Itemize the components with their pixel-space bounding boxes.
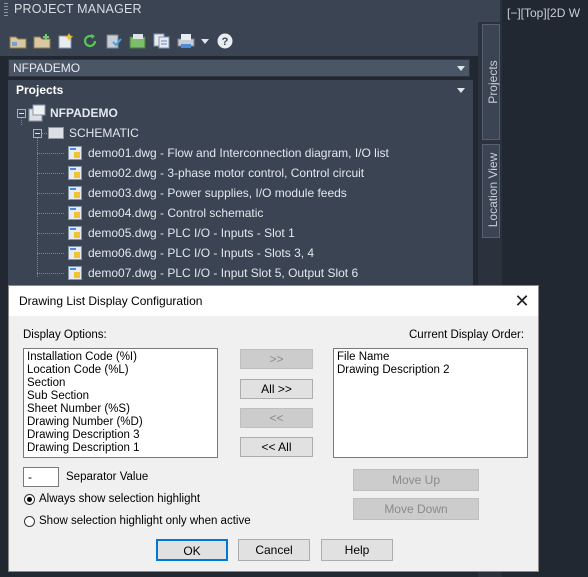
palette-titlebar[interactable]: PROJECT MANAGER bbox=[0, 0, 500, 20]
tree-connector bbox=[37, 253, 64, 254]
projects-section-label: Projects bbox=[16, 83, 64, 97]
tree-drawing-item[interactable]: demo01.dwg - Flow and Interconnection di… bbox=[88, 146, 389, 160]
tree-connector bbox=[37, 273, 64, 274]
move-down-button[interactable]: Move Down bbox=[353, 498, 479, 520]
collapse-toggle[interactable] bbox=[17, 109, 26, 118]
display-options-list[interactable]: Installation Code (%I) Location Code (%L… bbox=[23, 348, 218, 458]
drawing-file-icon bbox=[68, 226, 82, 240]
task-list-icon[interactable] bbox=[129, 33, 147, 49]
project-tree: NFPADEMO SCHEMATIC demo01.dwg - Flow and… bbox=[8, 101, 473, 291]
refresh-icon[interactable] bbox=[81, 33, 99, 49]
dropdown-arrow-icon[interactable] bbox=[200, 33, 210, 49]
list-item[interactable]: Installation Code (%I) bbox=[27, 351, 137, 363]
new-drawing-icon[interactable] bbox=[57, 33, 75, 49]
separator-value-input[interactable]: - bbox=[23, 467, 59, 487]
active-only-highlight-radio[interactable] bbox=[24, 516, 35, 527]
publish-icon[interactable] bbox=[177, 33, 195, 49]
current-order-label: Current Display Order: bbox=[409, 329, 525, 341]
viewport-controls-label[interactable]: [−][Top][2D W bbox=[507, 6, 580, 20]
drawing-file-icon bbox=[68, 166, 82, 180]
add-button[interactable]: >> bbox=[240, 349, 313, 369]
tree-drawing-item[interactable]: demo07.dwg - PLC I/O - Input Slot 5, Out… bbox=[88, 266, 358, 280]
collapse-toggle[interactable] bbox=[33, 129, 42, 138]
move-up-button[interactable]: Move Up bbox=[353, 469, 479, 491]
new-project-icon[interactable] bbox=[33, 33, 51, 49]
tab-location-view-label: Location View bbox=[486, 152, 500, 228]
drawing-file-icon bbox=[68, 186, 82, 200]
help-icon[interactable]: ? bbox=[216, 33, 234, 49]
dialog-titlebar[interactable]: Drawing List Display Configuration ✕ bbox=[9, 286, 538, 316]
cancel-button[interactable]: Cancel bbox=[238, 539, 310, 561]
add-all-button[interactable]: All >> bbox=[240, 379, 313, 399]
tree-drawing-item[interactable]: demo06.dwg - PLC I/O - Inputs - Slots 3,… bbox=[88, 246, 314, 260]
update-icon[interactable] bbox=[105, 33, 123, 49]
list-item[interactable]: Section bbox=[27, 377, 65, 389]
dialog-title: Drawing List Display Configuration bbox=[19, 294, 203, 308]
project-icon bbox=[28, 104, 46, 122]
tree-drawing-item[interactable]: demo05.dwg - PLC I/O - Inputs - Slot 1 bbox=[88, 226, 295, 240]
drawing-file-icon bbox=[68, 246, 82, 260]
tree-connector bbox=[37, 153, 64, 154]
tree-drawing-item[interactable]: demo03.dwg - Power supplies, I/O module … bbox=[88, 186, 347, 200]
always-highlight-radio[interactable] bbox=[24, 494, 35, 505]
project-select-value: NFPADEMO bbox=[13, 61, 81, 75]
tree-folder-label[interactable]: SCHEMATIC bbox=[69, 126, 139, 140]
tree-connector bbox=[42, 133, 47, 134]
palette-title: PROJECT MANAGER bbox=[14, 2, 142, 16]
grip-icon[interactable] bbox=[4, 3, 8, 17]
project-select[interactable]: NFPADEMO bbox=[8, 59, 470, 77]
drawing-file-icon bbox=[68, 146, 82, 160]
tree-connector bbox=[37, 137, 38, 277]
tab-projects[interactable]: Projects bbox=[482, 24, 500, 140]
tab-location-view[interactable]: Location View bbox=[482, 144, 500, 238]
project-toolbar: ? bbox=[0, 20, 500, 56]
active-only-highlight-label[interactable]: Show selection highlight only when activ… bbox=[39, 515, 251, 527]
drawing-file-icon bbox=[68, 206, 82, 220]
tree-connector bbox=[37, 193, 64, 194]
list-item[interactable]: Drawing Number (%D) bbox=[27, 416, 143, 428]
list-item[interactable]: Sheet Number (%S) bbox=[27, 403, 130, 415]
chevron-down-icon[interactable] bbox=[457, 88, 465, 93]
tab-projects-label: Projects bbox=[486, 60, 500, 104]
display-options-label: Display Options: bbox=[23, 329, 107, 341]
current-order-list[interactable]: File Name Drawing Description 2 bbox=[333, 348, 528, 458]
list-item[interactable]: File Name bbox=[337, 351, 389, 363]
help-button[interactable]: Help bbox=[321, 539, 393, 561]
list-item[interactable]: Drawing Description 2 bbox=[337, 364, 450, 376]
svg-text:?: ? bbox=[222, 36, 229, 48]
list-item[interactable]: Drawing Description 3 bbox=[27, 429, 140, 441]
drawing-file-icon bbox=[68, 266, 82, 280]
tree-root-label[interactable]: NFPADEMO bbox=[50, 106, 118, 120]
chevron-down-icon[interactable] bbox=[457, 66, 465, 71]
remove-all-button[interactable]: << All bbox=[240, 437, 313, 457]
remove-button[interactable]: << bbox=[240, 408, 313, 428]
tree-drawing-item[interactable]: demo02.dwg - 3-phase motor control, Cont… bbox=[88, 166, 364, 180]
tree-connector bbox=[37, 173, 64, 174]
tree-connector bbox=[37, 213, 64, 214]
list-item[interactable]: Drawing Description 1 bbox=[27, 442, 140, 454]
ok-button[interactable]: OK bbox=[156, 539, 228, 561]
drawing-list-config-dialog: Drawing List Display Configuration ✕ Dis… bbox=[8, 285, 539, 572]
always-highlight-label[interactable]: Always show selection highlight bbox=[39, 493, 200, 505]
tree-connector bbox=[37, 233, 64, 234]
batch-plot-icon[interactable] bbox=[153, 33, 171, 49]
tree-drawing-item[interactable]: demo04.dwg - Control schematic bbox=[88, 206, 263, 220]
open-project-icon[interactable] bbox=[9, 33, 27, 49]
list-item[interactable]: Sub Section bbox=[27, 390, 89, 402]
close-icon[interactable]: ✕ bbox=[512, 291, 532, 311]
projects-section-header[interactable]: Projects bbox=[8, 80, 473, 101]
list-item[interactable]: Location Code (%L) bbox=[27, 364, 129, 376]
folder-icon bbox=[48, 127, 64, 139]
separator-value-label: Separator Value bbox=[66, 471, 149, 483]
tree-connector bbox=[21, 117, 22, 125]
